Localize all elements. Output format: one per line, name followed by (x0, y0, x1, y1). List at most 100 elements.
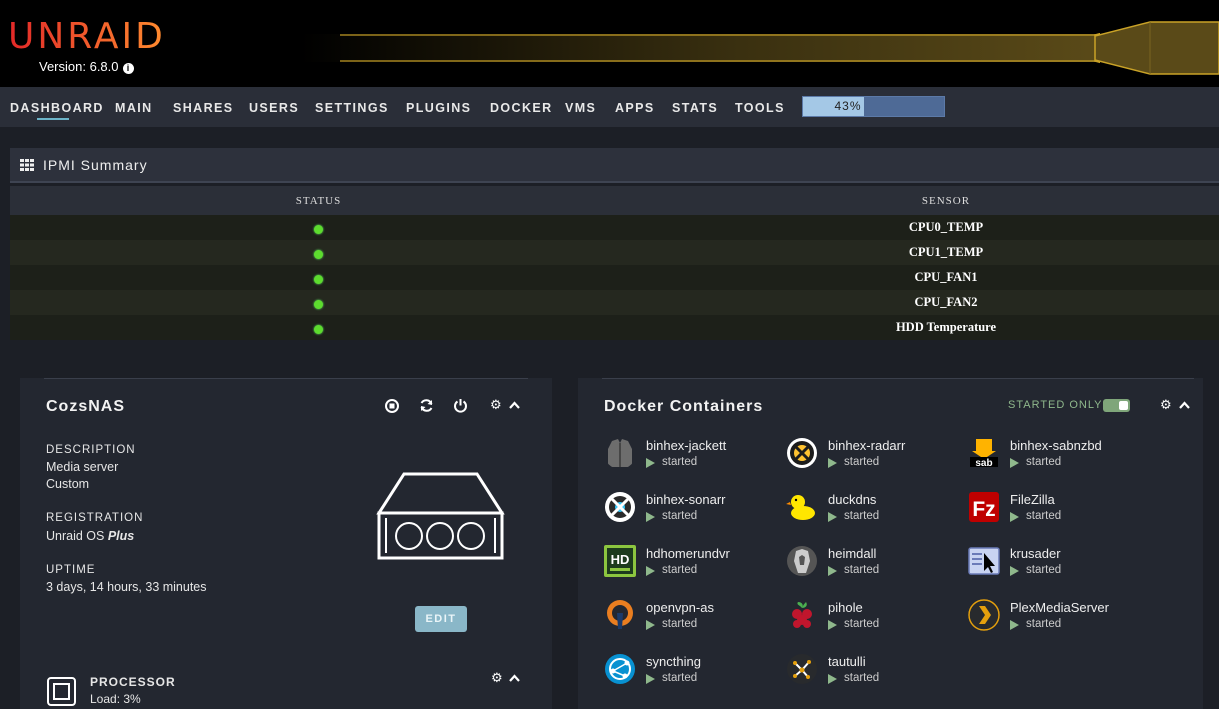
play-icon (1010, 512, 1019, 522)
nav-settings[interactable]: SETTINGS (315, 101, 389, 115)
ipmi-row: CPU_FAN2 (10, 290, 1219, 315)
processor-chevron-up-icon[interactable] (509, 674, 520, 682)
container-syncthing[interactable]: syncthing started (604, 650, 784, 690)
container-name: FileZilla (1010, 492, 1055, 507)
ipmi-row: CPU0_TEMP (10, 215, 1219, 240)
container-heimdall[interactable]: heimdall started (786, 542, 966, 582)
container-hdhomerundvr[interactable]: HD hdhomerundvr started (604, 542, 784, 582)
uptime-label: UPTIME (46, 564, 96, 576)
container-filezilla[interactable]: Fz FileZilla started (968, 488, 1148, 528)
sensor-name: CPU_FAN1 (914, 270, 978, 284)
chevron-up-icon[interactable] (509, 401, 520, 409)
ipmi-row: CPU_FAN1 (10, 265, 1219, 290)
status-header: STATUS (295, 195, 342, 207)
status-ok-icon (314, 225, 323, 234)
info-icon[interactable]: i (122, 63, 134, 74)
nav-dashboard[interactable]: DASHBOARD (10, 101, 104, 120)
processor-load: Load: 3% (90, 692, 141, 706)
play-icon (646, 620, 655, 630)
hdhomerun-icon: HD (604, 545, 636, 577)
container-name: krusader (1010, 546, 1061, 561)
processor-label: PROCESSOR (90, 675, 176, 689)
container-state: started (1026, 456, 1062, 468)
container-krusader[interactable]: krusader started (968, 542, 1148, 582)
container-name: binhex-sabnzbd (1010, 438, 1102, 453)
nav-plugins[interactable]: PLUGINS (406, 101, 471, 115)
container-name: tautulli (828, 654, 866, 669)
heimdall-icon (787, 546, 817, 576)
status-ok-icon (314, 325, 323, 334)
container-name: syncthing (646, 654, 701, 669)
play-icon (1010, 620, 1019, 630)
uptime-value: 3 days, 14 hours, 33 minutes (46, 580, 207, 594)
ipmi-row: CPU1_TEMP (10, 240, 1219, 265)
docker-gear-icon[interactable]: ⚙ (1160, 397, 1172, 413)
nav-vms[interactable]: VMS (565, 101, 596, 115)
nav-docker[interactable]: DOCKER (490, 101, 553, 115)
reboot-icon[interactable] (419, 398, 434, 413)
started-only-toggle[interactable] (1103, 399, 1130, 412)
nav-main[interactable]: MAIN (115, 101, 153, 115)
unraid-logo[interactable]: UNRAID (8, 16, 166, 57)
container-binhex-sonarr[interactable]: binhex-sonarr started (604, 488, 784, 528)
syncthing-icon (605, 654, 635, 684)
nav-tools[interactable]: TOOLS (735, 101, 785, 115)
play-icon (646, 674, 655, 684)
array-usage-bar: 43% (802, 96, 945, 117)
registration-plan: Plus (107, 529, 135, 543)
nav-stats[interactable]: STATS (672, 101, 718, 115)
nav-apps[interactable]: APPS (615, 101, 655, 115)
nav-users[interactable]: USERS (249, 101, 299, 115)
plex-icon (968, 599, 1000, 631)
duck-icon (786, 495, 815, 520)
play-icon (1010, 566, 1019, 576)
filezilla-icon: Fz (969, 492, 999, 522)
nav-shares[interactable]: SHARES (173, 101, 234, 115)
gear-icon[interactable]: ⚙ (490, 397, 502, 413)
container-name: binhex-radarr (828, 438, 906, 453)
registration-prefix: Unraid OS (46, 529, 108, 543)
started-only-label: STARTED ONLY (1008, 399, 1103, 411)
container-state: started (844, 456, 880, 468)
container-name: PlexMediaServer (1010, 600, 1109, 615)
sonarr-icon (605, 492, 635, 522)
container-state: started (662, 510, 698, 522)
container-openvpn-as[interactable]: openvpn-as started (604, 596, 784, 636)
container-binhex-jackett[interactable]: binhex-jackett started (604, 434, 784, 474)
play-icon (828, 566, 837, 576)
array-usage-text: 43% (834, 99, 862, 113)
container-state: started (844, 564, 880, 576)
container-tautulli[interactable]: tautulli started (786, 650, 966, 690)
processor-gear-icon[interactable]: ⚙ (491, 670, 503, 686)
play-icon (828, 620, 837, 630)
ipmi-header[interactable]: IPMI Summary (10, 148, 1219, 183)
container-name: heimdall (828, 546, 877, 561)
container-duckdns[interactable]: duckdns started (786, 488, 966, 528)
play-icon (828, 674, 837, 684)
status-ok-icon (314, 250, 323, 259)
krusader-icon (968, 547, 1000, 575)
grid-icon (20, 159, 34, 171)
docker-chevron-up-icon[interactable] (1179, 401, 1190, 409)
edit-button[interactable]: EDIT (415, 606, 467, 632)
container-state: started (662, 456, 698, 468)
container-pihole[interactable]: pihole started (786, 596, 966, 636)
ipmi-row: HDD Temperature (10, 315, 1219, 340)
sensor-name: HDD Temperature (895, 320, 997, 334)
container-state: started (844, 672, 880, 684)
svg-text:Fz: Fz (972, 498, 995, 521)
jackett-icon (608, 439, 632, 467)
stop-array-icon[interactable] (385, 399, 399, 413)
main-nav: DASHBOARD MAIN SHARES USERS SETTINGS PLU… (0, 87, 1219, 127)
container-name: duckdns (828, 492, 877, 507)
container-state: started (662, 618, 698, 630)
docker-title: Docker Containers (604, 398, 764, 415)
sensor-name: CPU1_TEMP (908, 245, 984, 259)
sensor-name: CPU_FAN2 (914, 295, 978, 309)
power-icon[interactable] (453, 398, 468, 413)
container-plexmediaserver[interactable]: PlexMediaServer started (968, 596, 1148, 636)
openvpn-icon (607, 600, 633, 629)
container-binhex-radarr[interactable]: binhex-radarr started (786, 434, 966, 474)
container-binhex-sabnzbd[interactable]: sab binhex-sabnzbd started (968, 434, 1148, 474)
header: UNRAID Version: 6.8.0 i (0, 0, 1219, 87)
